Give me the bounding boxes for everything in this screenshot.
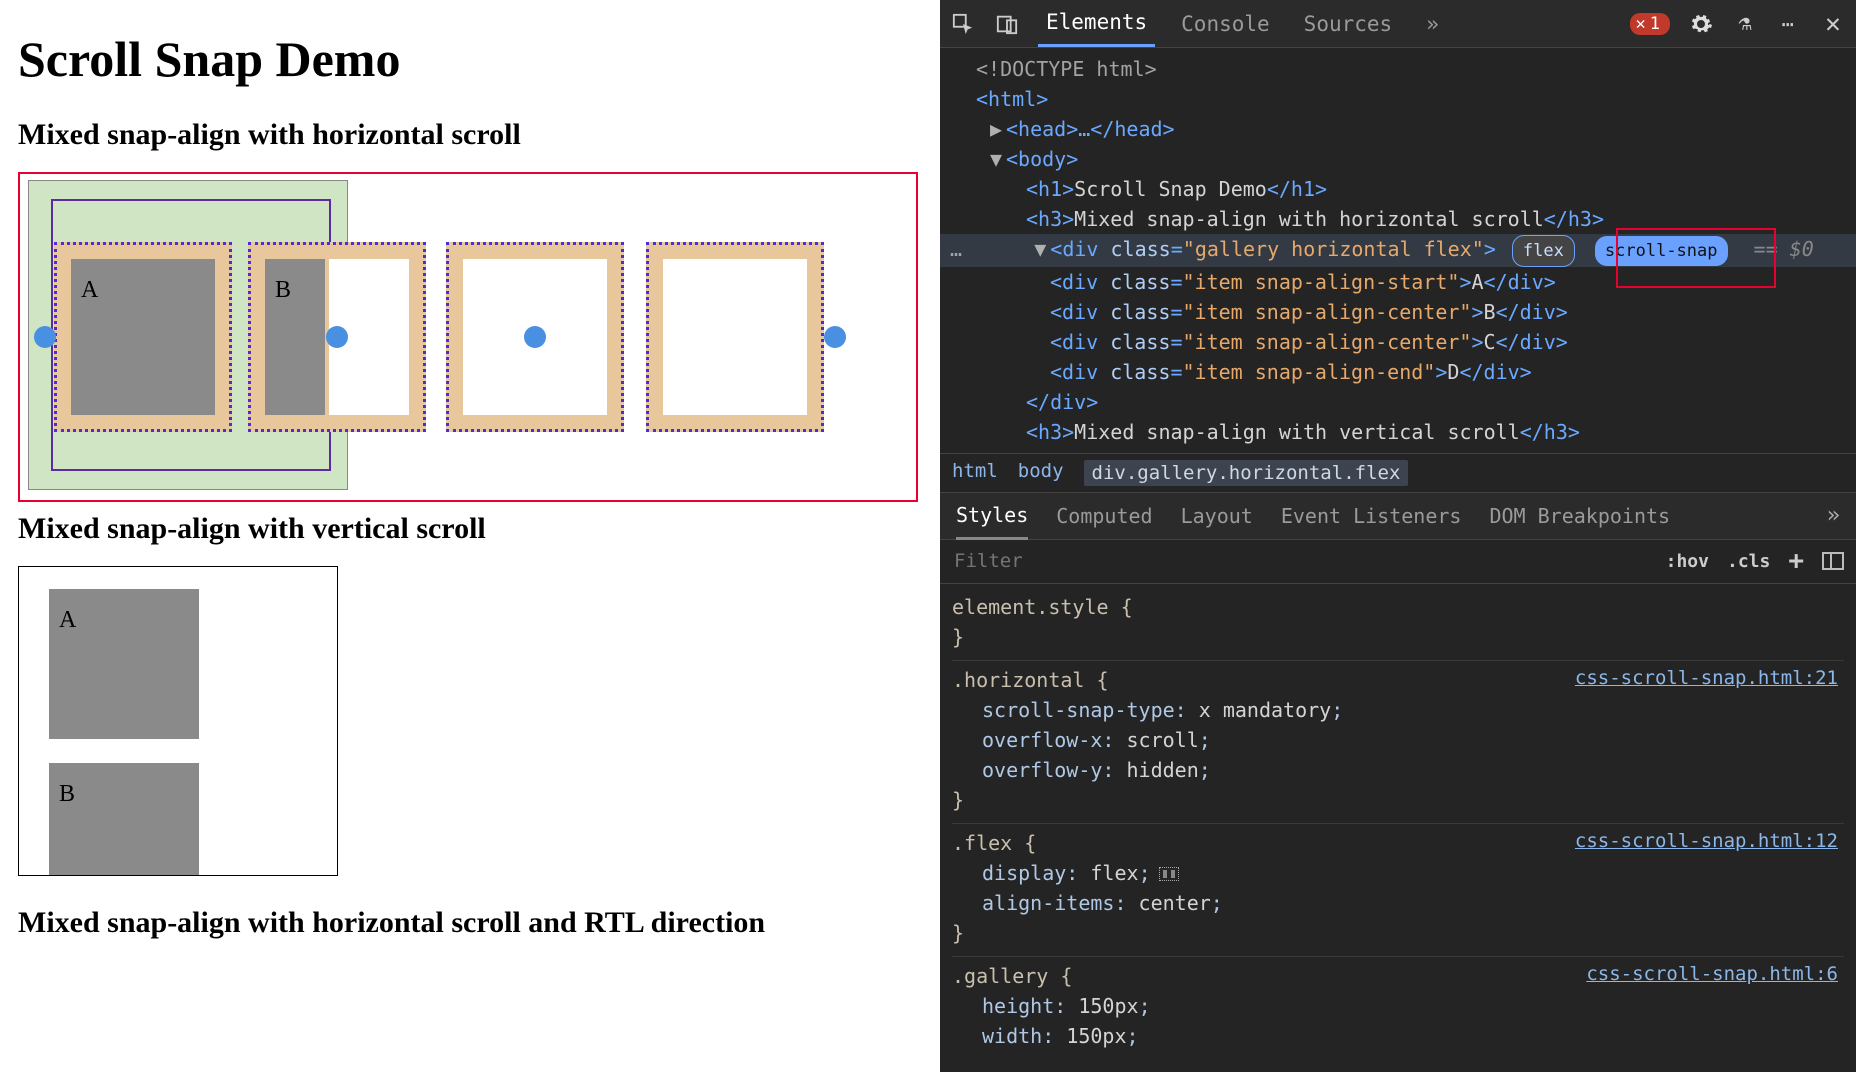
gear-icon[interactable] xyxy=(1688,11,1714,37)
tab-console[interactable]: Console xyxy=(1173,2,1278,46)
dom-node[interactable]: <div class="item snap-align-start">A</di… xyxy=(940,267,1856,297)
snap-point-icon xyxy=(326,326,348,348)
breadcrumb-item[interactable]: body xyxy=(1018,460,1064,486)
dom-node[interactable]: <body> xyxy=(1006,147,1078,171)
item-label: A xyxy=(71,259,215,415)
source-link[interactable]: css-scroll-snap.html:12 xyxy=(1575,826,1838,856)
snap-item-d[interactable] xyxy=(646,242,824,432)
item-label: B xyxy=(265,259,325,415)
item-label: B xyxy=(49,763,199,876)
source-link[interactable]: css-scroll-snap.html:21 xyxy=(1575,663,1838,693)
rendered-page: Scroll Snap Demo Mixed snap-align with h… xyxy=(0,0,940,1072)
styles-rules[interactable]: element.style { } css-scroll-snap.html:2… xyxy=(940,584,1856,1072)
flex-editor-icon[interactable] xyxy=(1159,867,1179,881)
devtools-tabbar: Elements Console Sources » ✕1 ⚗ ⋯ ✕ xyxy=(940,0,1856,48)
eq-dollar-zero: == $0 xyxy=(1754,237,1814,261)
snap-point-icon xyxy=(34,326,56,348)
css-rule[interactable]: element.style { } xyxy=(952,588,1844,661)
css-rule[interactable]: css-scroll-snap.html:21 .horizontal { sc… xyxy=(952,661,1844,824)
dom-node[interactable]: <div class="item snap-align-end">D</div> xyxy=(940,357,1856,387)
error-count: 1 xyxy=(1650,14,1660,34)
dom-node[interactable]: <!DOCTYPE html> xyxy=(976,57,1157,81)
section-heading-1: Mixed snap-align with horizontal scroll xyxy=(18,118,922,152)
collapse-icon[interactable]: ▼ xyxy=(1034,234,1050,264)
source-link[interactable]: css-scroll-snap.html:6 xyxy=(1586,959,1838,989)
devtools-highlight-box: A B xyxy=(18,172,918,502)
hov-toggle[interactable]: :hov xyxy=(1666,551,1709,572)
breadcrumb-item[interactable]: html xyxy=(952,460,998,486)
dom-node[interactable]: <div class="item snap-align-center">C</d… xyxy=(940,327,1856,357)
section-heading-2: Mixed snap-align with vertical scroll xyxy=(18,512,922,546)
css-rule[interactable]: css-scroll-snap.html:6 .gallery { height… xyxy=(952,957,1844,1059)
flex-badge[interactable]: flex xyxy=(1512,235,1575,267)
tabs-overflow[interactable]: » xyxy=(1827,503,1840,528)
experiments-icon[interactable]: ⚗ xyxy=(1732,11,1758,37)
inspect-icon[interactable] xyxy=(950,11,976,37)
dom-breadcrumb[interactable]: html body div.gallery.horizontal.flex xyxy=(940,453,1856,492)
error-x-icon: ✕ xyxy=(1636,14,1646,34)
dom-node-selected[interactable]: … ▼<div class="gallery horizontal flex">… xyxy=(940,234,1856,267)
dom-node[interactable]: <h3> xyxy=(1026,420,1074,444)
close-icon[interactable]: ✕ xyxy=(1820,11,1846,37)
dom-node[interactable]: <html> xyxy=(976,87,1048,111)
dom-node[interactable]: <h1> xyxy=(1026,177,1074,201)
tab-dom-breakpoints[interactable]: DOM Breakpoints xyxy=(1489,504,1670,528)
breadcrumb-item-current[interactable]: div.gallery.horizontal.flex xyxy=(1084,460,1409,486)
expand-icon[interactable]: ▶ xyxy=(990,114,1006,144)
scroll-snap-badge[interactable]: scroll-snap xyxy=(1595,236,1728,266)
dom-node[interactable]: <div class="item snap-align-center">B</d… xyxy=(940,297,1856,327)
tab-sources[interactable]: Sources xyxy=(1296,2,1401,46)
tab-styles[interactable]: Styles xyxy=(956,491,1028,540)
styles-tabbar: Styles Computed Layout Event Listeners D… xyxy=(940,492,1856,540)
styles-filter-row: :hov .cls + xyxy=(940,540,1856,584)
tab-computed[interactable]: Computed xyxy=(1056,504,1152,528)
snap-point-icon xyxy=(524,326,546,348)
collapse-icon[interactable]: ▼ xyxy=(990,144,1006,174)
page-title: Scroll Snap Demo xyxy=(18,30,922,88)
snap-item-a[interactable]: A xyxy=(54,242,232,432)
toggle-sidebar-icon[interactable] xyxy=(1822,552,1844,570)
styles-filter-input[interactable] xyxy=(952,549,1648,573)
device-toggle-icon[interactable] xyxy=(994,11,1020,37)
snap-point-icon xyxy=(824,326,846,348)
dom-node[interactable]: </div> xyxy=(1026,390,1098,414)
cls-toggle[interactable]: .cls xyxy=(1727,551,1770,572)
error-badge[interactable]: ✕1 xyxy=(1630,13,1671,35)
item-label: A xyxy=(49,589,199,739)
gallery-vertical[interactable]: A B xyxy=(18,566,338,876)
devtools-panel: Elements Console Sources » ✕1 ⚗ ⋯ ✕ <!DO… xyxy=(940,0,1856,1072)
dom-node[interactable]: <h3> xyxy=(1026,207,1074,231)
new-style-rule-icon[interactable]: + xyxy=(1788,546,1804,576)
tab-layout[interactable]: Layout xyxy=(1181,504,1253,528)
dom-tree[interactable]: <!DOCTYPE html> <html> ▶<head>…</head> ▼… xyxy=(940,48,1856,453)
kebab-menu-icon[interactable]: ⋯ xyxy=(1776,11,1802,37)
section-heading-3: Mixed snap-align with horizontal scroll … xyxy=(18,906,778,940)
item-inner xyxy=(663,259,807,415)
css-rule[interactable]: css-scroll-snap.html:12 .flex { display:… xyxy=(952,824,1844,957)
tab-event-listeners[interactable]: Event Listeners xyxy=(1281,504,1462,528)
dom-node[interactable]: <head>…</head> xyxy=(1006,117,1175,141)
tabs-overflow[interactable]: » xyxy=(1418,2,1447,46)
tab-elements[interactable]: Elements xyxy=(1038,0,1155,47)
